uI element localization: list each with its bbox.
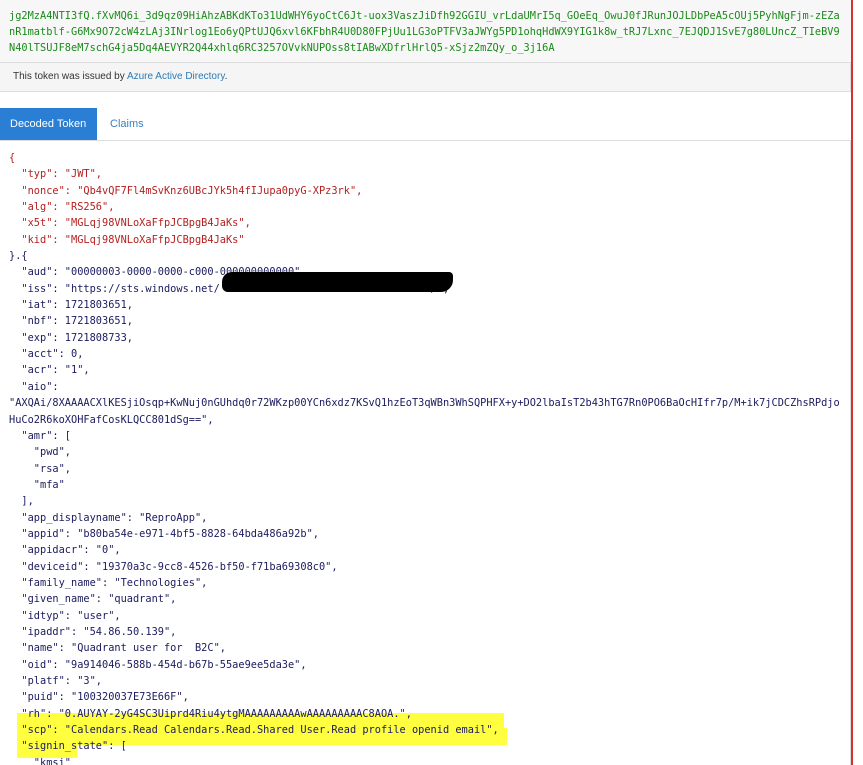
json-line: "pwd", xyxy=(9,446,71,459)
encoded-token-box[interactable]: jg2MzA4NTI3fQ.fXvMQ6i_3d9qz09HiAhzABKdKT… xyxy=(0,0,852,63)
encoded-token-text: jg2MzA4NTI3fQ.fXvMQ6i_3d9qz09HiAhzABKdKT… xyxy=(9,8,847,56)
json-line: "puid": "100320037E73E66F", xyxy=(9,691,189,704)
json-line: "platf": "3", xyxy=(9,675,102,687)
encoded-token-line: nR1matblf-G6Mx9O72cW4zLAj3INrlog1Eo6yQPt… xyxy=(9,26,840,38)
json-line: "alg": "RS256", xyxy=(9,201,115,214)
json-line: "signin_state": [ xyxy=(9,740,127,753)
json-line: "exp": 1721808733, xyxy=(9,331,133,344)
token-tabs: Decoded Token Claims xyxy=(0,108,851,141)
json-line: "acct": 0, xyxy=(9,348,84,361)
issuer-suffix: . xyxy=(224,71,228,82)
json-line: "amr": [ xyxy=(9,429,71,442)
json-line: "acr": "1", xyxy=(9,364,90,377)
json-line: "aio": xyxy=(9,380,59,393)
json-line: "ipaddr": "54.86.50.139", xyxy=(9,625,177,638)
json-line: "idtyp": "user", xyxy=(9,609,121,622)
json-line: "app_displayname": "ReproApp", xyxy=(9,511,208,524)
json-line: }.{ xyxy=(9,250,28,263)
redaction-scribble xyxy=(222,272,453,292)
json-line: "deviceid": "19370a3c-9cc8-4526-bf50-f71… xyxy=(9,560,338,573)
json-line: "x5t": "MGLqj98VNLoXaFfpJCBpgB4JaKs", xyxy=(9,217,251,230)
issuer-prefix: This token was issued by xyxy=(13,71,127,82)
json-line: "kid": "MGLqj98VNLoXaFfpJCBpgB4JaKs" xyxy=(9,233,245,246)
json-line: "iat": 1721803651, xyxy=(9,299,133,312)
tab-decoded-token[interactable]: Decoded Token xyxy=(0,108,97,140)
json-line: "nbf": 1721803651, xyxy=(9,315,133,328)
decoded-token-pane[interactable]: { "typ": "JWT", "nonce": "Qb4vQF7Fl4mSvK… xyxy=(0,140,851,765)
tab-claims[interactable]: Claims xyxy=(100,108,154,140)
json-line: "rsa", xyxy=(9,462,71,475)
json-line: { xyxy=(9,152,16,164)
encoded-token-line: N40lTSUJF8eM7schG4ja5Dq4AEVYR2Q44xhlq6RC… xyxy=(9,42,555,54)
json-line: "family_name": "Technologies", xyxy=(9,576,208,589)
json-line: ], xyxy=(9,495,34,508)
json-line: "scp": "Calendars.Read Calendars.Read.Sh… xyxy=(9,724,499,737)
json-line: "AXQAi/8XAAAACXlKESjiOsqp+KwNuj0nGUhdq0r… xyxy=(9,397,840,410)
issuer-bar: This token was issued by Azure Active Di… xyxy=(0,62,851,92)
json-line: "typ": "JWT", xyxy=(9,168,102,181)
json-line: HuCo2R6koXOHFafCosKLQCC801dSg==", xyxy=(9,413,214,426)
json-line: "name": "Quadrant user for B2C", xyxy=(9,642,226,655)
issuer-link[interactable]: Azure Active Directory xyxy=(127,71,225,82)
json-line: "kmsi" xyxy=(9,756,71,765)
json-line: "rh": "0.AUYAY-2yG4SC3Uiprd4Riu4ytgMAAAA… xyxy=(9,707,412,720)
json-line: "oid": "9a914046-588b-454d-b67b-55ae9ee5… xyxy=(9,658,307,671)
json-line: "mfa" xyxy=(9,478,65,491)
json-line: "appid": "b80ba54e-e971-4bf5-8828-64bda4… xyxy=(9,527,319,540)
red-frame-edge xyxy=(851,0,853,765)
json-line: "nonce": "Qb4vQF7Fl4mSvKnz6UBcJYk5h4fIJu… xyxy=(9,184,363,197)
json-line: "appidacr": "0", xyxy=(9,544,121,557)
json-line: "given_name": "quadrant", xyxy=(9,593,177,606)
decoded-json: { "typ": "JWT", "nonce": "Qb4vQF7Fl4mSvK… xyxy=(9,150,847,765)
encoded-token-line: jg2MzA4NTI3fQ.fXvMQ6i_3d9qz09HiAhzABKdKT… xyxy=(9,10,840,22)
